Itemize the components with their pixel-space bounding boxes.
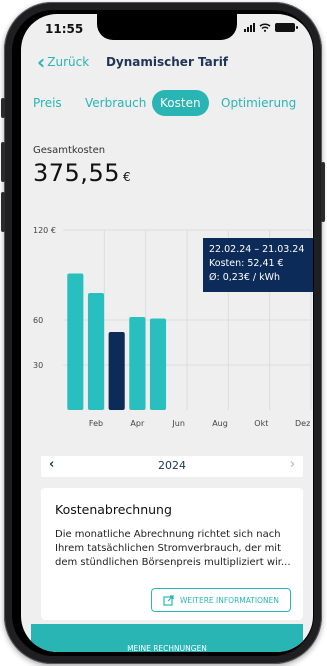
my-invoices-button[interactable]: MEINE RECHNUNGEN bbox=[31, 624, 303, 652]
x-tick-label: Dez bbox=[295, 419, 310, 428]
bar-apr bbox=[129, 317, 146, 410]
cost-chart: 120 € 60 30 Feb Apr Jun Aug Okt Dez 22.02.24 – 2… bbox=[21, 214, 313, 434]
y-tick-label: 30 bbox=[33, 361, 43, 370]
bar-feb bbox=[87, 293, 105, 410]
chevron-right-icon[interactable]: › bbox=[290, 457, 295, 472]
battery-icon bbox=[275, 23, 298, 32]
total-cost-label: Gesamtkosten bbox=[33, 145, 106, 156]
more-info-button[interactable]: WEITERE INFORMATIONEN bbox=[151, 588, 291, 612]
info-card: Kostenabrechnung Die monatliche Abrechnu… bbox=[41, 488, 303, 620]
tab-kosten[interactable]: Kosten bbox=[152, 90, 209, 116]
total-cost-value: 375,55 € bbox=[33, 159, 131, 187]
notch bbox=[97, 14, 237, 40]
external-link-icon bbox=[163, 594, 174, 606]
bar-mar bbox=[108, 332, 125, 410]
x-tick-label: Apr bbox=[130, 419, 145, 428]
total-cost-currency: € bbox=[122, 170, 132, 184]
mute-switch bbox=[1, 98, 5, 118]
wifi-icon bbox=[259, 23, 271, 32]
status-time: 11:55 bbox=[45, 22, 84, 36]
tab-preis[interactable]: Preis bbox=[33, 90, 62, 116]
tooltip-cost: Kosten: 52,41 € bbox=[209, 258, 284, 269]
tooltip-average: Ø: 0,23€ / kWh bbox=[209, 272, 281, 283]
info-card-body: Die monatliche Abrechnung richtet sich n… bbox=[55, 529, 291, 568]
signal-icon bbox=[244, 23, 255, 32]
tab-optimierung[interactable]: Optimierung bbox=[221, 90, 296, 116]
volume-down-button bbox=[1, 192, 5, 232]
x-tick-label: Okt bbox=[254, 419, 268, 428]
tab-verbrauch[interactable]: Verbrauch bbox=[85, 90, 146, 116]
page-title: Dynamischer Tarif bbox=[105, 55, 229, 69]
volume-up-button bbox=[1, 142, 5, 182]
my-invoices-label: MEINE RECHNUNGEN bbox=[127, 644, 207, 652]
total-cost-amount: 375,55 bbox=[33, 159, 120, 187]
power-button bbox=[321, 162, 325, 222]
tab-bar: Preis Verbrauch Kosten Optimierung bbox=[21, 90, 313, 116]
bar-jan bbox=[67, 273, 84, 410]
year-label: 2024 bbox=[158, 459, 186, 472]
bar-may bbox=[149, 318, 167, 410]
x-tick-label: Aug bbox=[212, 419, 228, 428]
more-info-label: WEITERE INFORMATIONEN bbox=[180, 595, 279, 605]
screen: 11:55 ‹ Zurück Dynamischer Tarif Preis V… bbox=[21, 14, 313, 652]
y-tick-label: 60 bbox=[33, 316, 43, 325]
tooltip-period: 22.02.24 – 21.03.24 bbox=[209, 244, 305, 255]
y-tick-label: 120 € bbox=[33, 226, 56, 235]
x-tick-label: Feb bbox=[89, 419, 103, 428]
year-selector: ‹ 2024 › bbox=[41, 456, 303, 477]
info-card-title: Kostenabrechnung bbox=[55, 502, 172, 517]
x-tick-label: Jun bbox=[171, 419, 185, 428]
status-bar: 11:55 bbox=[21, 14, 313, 48]
status-icons bbox=[244, 23, 298, 32]
nav-bar: ‹ Zurück Dynamischer Tarif bbox=[21, 52, 313, 76]
chart-tooltip: 22.02.24 – 21.03.24 Kosten: 52,41 € Ø: 0… bbox=[203, 238, 313, 292]
